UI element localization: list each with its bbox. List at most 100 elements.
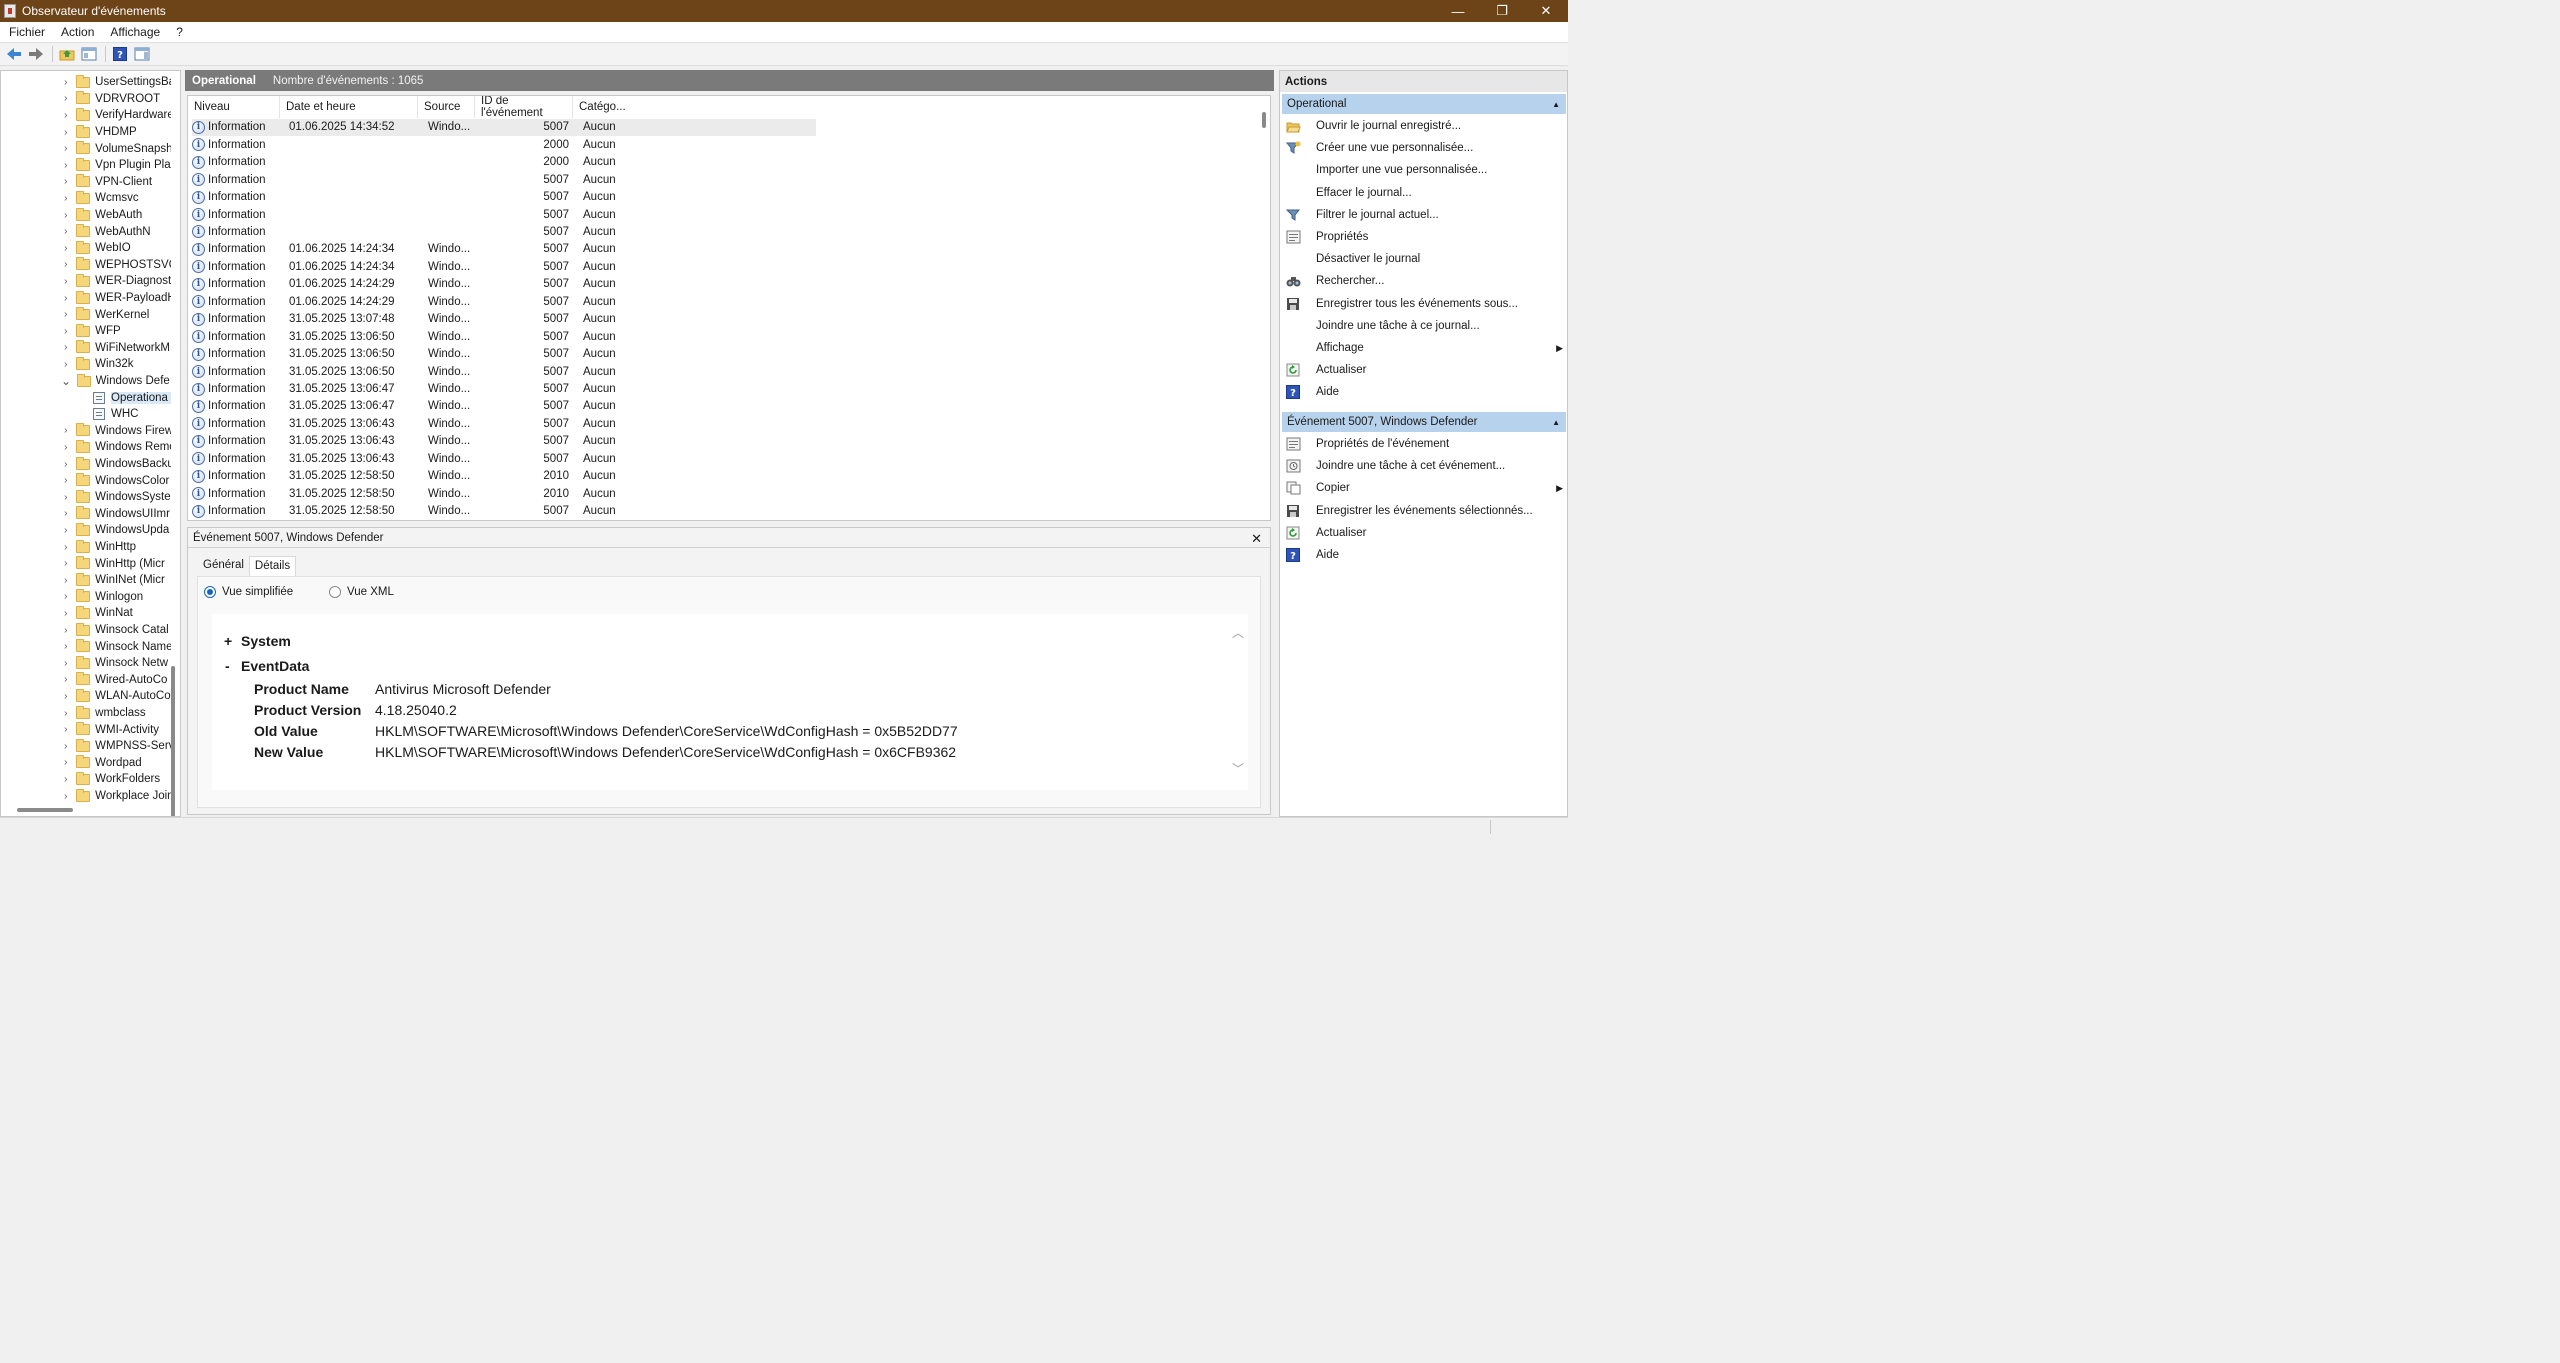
tree-folder-item[interactable]: › WinNat (1, 605, 171, 622)
action-item[interactable]: Effacer le journal... (1285, 183, 1565, 203)
show-hide-action-pane-icon[interactable] (132, 45, 152, 63)
event-row[interactable]: i Information 01.06.2025 14:24:29 Windo... 5… (192, 293, 816, 311)
action-item[interactable]: Actualiser (1285, 360, 1565, 380)
radio-simple-view[interactable]: Vue simplifiée (204, 586, 293, 598)
chevron-right-icon[interactable]: › (61, 127, 70, 138)
event-row[interactable]: i Information 31.05.2025 13:06:43 Windo... 5… (192, 433, 816, 451)
event-row[interactable]: i Information 5007 Aucun (192, 223, 816, 241)
action-item[interactable]: Rechercher... (1285, 271, 1565, 291)
chevron-right-icon[interactable]: › (61, 475, 70, 486)
eventdata-toggle[interactable]: - (225, 658, 230, 674)
chevron-right-icon[interactable]: › (61, 77, 70, 88)
chevron-right-icon[interactable]: › (61, 674, 70, 685)
tree-folder-item[interactable]: › WindowsBacku (1, 456, 171, 473)
action-item[interactable]: Créer une vue personnalisée... (1285, 138, 1565, 158)
chevron-right-icon[interactable]: › (61, 641, 70, 652)
action-item[interactable]: Ouvrir le journal enregistré... (1285, 116, 1565, 136)
tree-folder-item[interactable]: › WebAuthN (1, 223, 171, 240)
tree-folder-item[interactable]: › Winsock Netw (1, 655, 171, 672)
chevron-right-icon[interactable]: › (61, 708, 70, 719)
chevron-right-icon[interactable]: › (61, 608, 70, 619)
tree-horizontal-scrollbar[interactable] (17, 808, 73, 812)
event-row[interactable]: i Information 31.05.2025 13:06:43 Windo... 5… (192, 450, 816, 468)
tree-folder-item[interactable]: › WER-Diagnost (1, 273, 171, 290)
chevron-right-icon[interactable]: › (61, 93, 70, 104)
tree-folder-item[interactable]: › WMI-Activity (1, 721, 171, 738)
event-row[interactable]: i Information 31.05.2025 13:06:50 Windo... 5… (192, 345, 816, 363)
collapse-caret-icon[interactable]: ▲ (1552, 418, 1560, 427)
action-item[interactable]: Enregistrer les événements sélectionnés.… (1285, 501, 1565, 521)
chevron-right-icon[interactable]: › (61, 210, 70, 221)
show-hide-tree-icon[interactable] (79, 45, 99, 63)
tree-folder-item[interactable]: › WindowsSyste (1, 489, 171, 506)
tree-folder-item[interactable]: › WindowsUpda (1, 522, 171, 539)
tree-folder-item[interactable]: › Windows Firew (1, 423, 171, 440)
column-header-source[interactable]: Source (418, 96, 475, 118)
tree-folder-item[interactable]: › WebIO (1, 240, 171, 257)
tree-folder-item[interactable]: › Workplace Join (1, 788, 171, 805)
forward-arrow-icon[interactable] (26, 45, 46, 63)
tree-folder-item[interactable]: › VolumeSnapsh (1, 140, 171, 157)
tree-folder-item[interactable]: › Wired-AutoCo (1, 672, 171, 689)
chevron-right-icon[interactable]: › (61, 160, 70, 171)
event-row[interactable]: i Information 31.05.2025 13:06:47 Windo... 5… (192, 398, 816, 416)
chevron-right-icon[interactable]: › (61, 757, 70, 768)
tree-folder-item[interactable]: › VDRVROOT (1, 91, 171, 108)
tree-folder-item[interactable]: › WMPNSS-Serv (1, 738, 171, 755)
tree-folder-item[interactable]: › WebAuth (1, 207, 171, 224)
actions-group-event[interactable]: Événement 5007, Windows Defender ▲ (1282, 412, 1566, 432)
event-list-scrollbar[interactable] (1262, 112, 1266, 128)
action-item[interactable]: Importer une vue personnalisée... (1285, 160, 1565, 180)
menu-help[interactable]: ? (168, 25, 191, 39)
actions-group-operational[interactable]: Operational ▲ (1282, 94, 1566, 114)
tree-folder-item[interactable]: › Vpn Plugin Pla (1, 157, 171, 174)
tree-folder-item[interactable]: › Windows Remo (1, 439, 171, 456)
chevron-right-icon[interactable]: › (61, 691, 70, 702)
system-toggle[interactable]: + (224, 633, 232, 649)
minimize-button[interactable]: — (1436, 0, 1480, 22)
chevron-right-icon[interactable]: › (61, 724, 70, 735)
action-item[interactable]: Copier ▶ (1285, 478, 1565, 498)
chevron-right-icon[interactable]: › (61, 791, 70, 802)
event-row[interactable]: i Information 2000 Aucun (192, 153, 816, 171)
menu-action[interactable]: Action (53, 25, 102, 39)
chevron-right-icon[interactable]: › (61, 226, 70, 237)
chevron-right-icon[interactable]: › (61, 459, 70, 470)
tree-folder-item[interactable]: › VerifyHardware (1, 107, 171, 124)
close-window-button[interactable]: ✕ (1524, 0, 1568, 22)
event-row[interactable]: i Information 31.05.2025 13:06:47 Windo... 5… (192, 380, 816, 398)
chevron-right-icon[interactable]: › (61, 276, 70, 287)
menu-fichier[interactable]: Fichier (0, 25, 53, 39)
chevron-right-icon[interactable]: › (61, 591, 70, 602)
collapse-caret-icon[interactable]: ▲ (1552, 100, 1560, 109)
chevron-right-icon[interactable]: › (61, 243, 70, 254)
help-icon[interactable]: ? (110, 45, 130, 63)
tree-vertical-scrollbar[interactable] (171, 666, 175, 816)
back-arrow-icon[interactable] (4, 45, 24, 63)
tree-folder-item[interactable]: › WiFiNetworkM (1, 340, 171, 357)
tree-folder-item[interactable]: › Wordpad (1, 755, 171, 772)
tree-folder-item[interactable]: › WFP (1, 323, 171, 340)
chevron-down-icon[interactable]: ⌄ (61, 374, 71, 388)
tab-details[interactable]: Détails (248, 556, 297, 576)
chevron-right-icon[interactable]: › (61, 774, 70, 785)
tree-folder-item[interactable]: ⌄ Windows Defe (1, 373, 171, 390)
chevron-right-icon[interactable]: › (61, 293, 70, 304)
chevron-right-icon[interactable]: › (61, 342, 70, 353)
tree-folder-item[interactable]: › VHDMP (1, 124, 171, 141)
event-row[interactable]: i Information 5007 Aucun (192, 171, 816, 189)
chevron-right-icon[interactable]: › (61, 658, 70, 669)
tree-folder-item[interactable]: › VPN-Client (1, 174, 171, 191)
tree-folder-item[interactable]: › WinHttp (Micr (1, 555, 171, 572)
tree-folder-item[interactable]: › WinINet (Micr (1, 572, 171, 589)
action-item[interactable]: ? Aide (1285, 545, 1565, 565)
event-row[interactable]: i Information 31.05.2025 13:06:50 Windo... 5… (192, 363, 816, 381)
action-item[interactable]: Propriétés (1285, 227, 1565, 247)
action-item[interactable]: Joindre une tâche à cet événement... (1285, 456, 1565, 476)
tree-folder-item[interactable]: › WerKernel (1, 306, 171, 323)
chevron-right-icon[interactable]: › (61, 492, 70, 503)
action-item[interactable]: Enregistrer tous les événements sous... (1285, 294, 1565, 314)
column-header-date[interactable]: Date et heure (280, 96, 418, 118)
menu-affichage[interactable]: Affichage (102, 25, 168, 39)
event-row[interactable]: i Information 01.06.2025 14:24:34 Windo... 5… (192, 258, 816, 276)
